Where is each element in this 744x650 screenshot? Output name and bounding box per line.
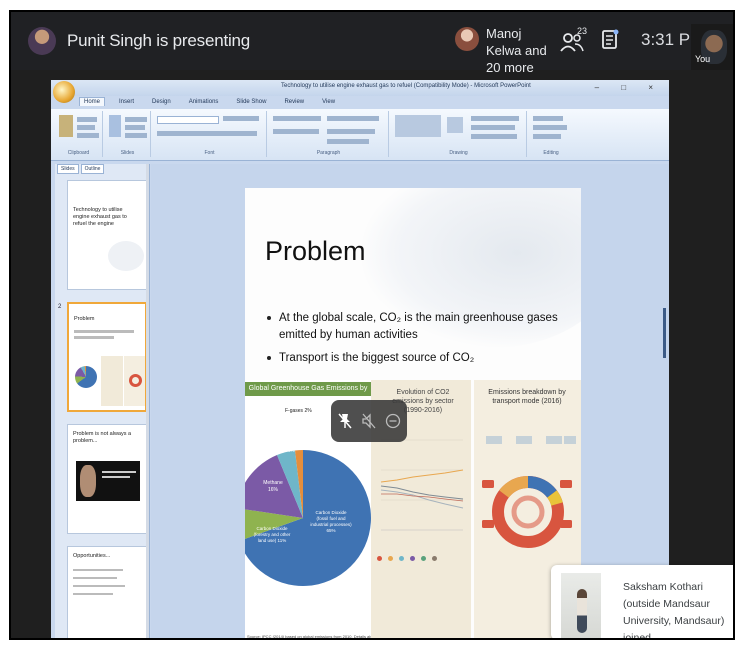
ribbon: Clipboard Slides Font Paragraph Drawing …	[51, 109, 669, 161]
tab-slide-show[interactable]: Slide Show	[232, 98, 270, 106]
slide-thumbnail-selected[interactable]: Problem	[67, 302, 147, 412]
slide-vertical-scrollbar[interactable]	[663, 308, 666, 358]
slide-thumbnail[interactable]: Problem is not always a problem...	[67, 424, 147, 534]
media-controls-overlay	[331, 400, 407, 442]
evolution-legend	[377, 556, 465, 562]
powerpoint-window: Technology to utilise engine exhaust gas…	[51, 80, 669, 639]
ribbon-group-editing[interactable]: Editing	[529, 111, 573, 157]
presenter-avatar	[28, 27, 56, 55]
ribbon-group-label: Paragraph	[316, 150, 341, 156]
pie-label-co2-forestry: Carbon Dioxide (forestry and other land …	[253, 526, 291, 543]
ghg-source: Source: IPCC (2014) based on global emis…	[247, 634, 384, 639]
powerpoint-title: Technology to utilise engine exhaust gas…	[281, 83, 531, 89]
thumbnail-number: 2	[58, 304, 62, 310]
slide-title: Problem	[265, 236, 366, 266]
pie-label-co2-fossil: Carbon Dioxide (fossil fuel and industri…	[310, 510, 352, 533]
join-notification: Saksham Kothari (outside Mandsaur Univer…	[551, 565, 733, 640]
current-slide[interactable]: Problem At the global scale, CO₂ is the …	[245, 188, 581, 639]
ribbon-group-drawing[interactable]: Drawing	[391, 111, 527, 157]
ribbon-group-label: Drawing	[449, 150, 468, 156]
presenter-status: Punit Singh is presenting	[67, 31, 251, 50]
self-label: You	[695, 54, 711, 64]
bullet-text: Transport is the biggest source of CO₂	[279, 352, 475, 364]
slide-image-strip: Global Greenhouse Gas Emissions by Gas F…	[245, 380, 581, 639]
powerpoint-title-bar: Technology to utilise engine exhaust gas…	[51, 80, 669, 96]
pane-tabs: Slides Outline	[55, 164, 149, 174]
ribbon-group-clipboard[interactable]: Clipboard	[55, 111, 103, 157]
ribbon-tabs: Home Insert Design Animations Slide Show Revi…	[79, 97, 349, 109]
tab-insert[interactable]: Insert	[115, 98, 138, 106]
thumbnail-title: Problem is not always a problem...	[73, 431, 132, 444]
tab-slides[interactable]: Slides	[57, 164, 79, 174]
pie-label-nitrous: Nitrous Oxide 6%	[275, 442, 295, 453]
slide-bullet: At the global scale, CO₂ is the main gre…	[267, 310, 567, 344]
tab-review[interactable]: Review	[280, 98, 308, 106]
slide-thumbnail[interactable]: Opportunities...	[67, 546, 147, 638]
ribbon-group-label: Font	[204, 150, 215, 156]
thumbnail-title: Problem	[74, 316, 95, 322]
meeting-top-bar: Punit Singh is presenting Manoj Kelwa an…	[11, 12, 733, 75]
ghg-header: Global Greenhouse Gas Emissions by Gas	[245, 382, 371, 406]
join-notification-text: Saksham Kothari (outside Mandsaur Univer…	[623, 581, 725, 640]
tab-view[interactable]: View	[318, 98, 339, 106]
joiner-avatar	[561, 573, 601, 638]
office-button-icon[interactable]	[53, 81, 75, 103]
ribbon-group-label: Editing	[543, 150, 559, 156]
pane-scrollbar[interactable]	[146, 164, 149, 638]
pie-label-methane: Methane 16%	[263, 480, 283, 493]
slide-bullet: Transport is the biggest source of CO₂	[267, 350, 567, 367]
transport-title: Emissions breakdown by transport mode (2…	[488, 389, 566, 405]
pie-label-fgases: F-gases 2%	[285, 408, 312, 414]
people-count: 23	[577, 26, 588, 36]
window-controls[interactable]: – □ ×	[595, 83, 663, 92]
bullet-text: At the global scale, CO₂ is the main gre…	[279, 312, 558, 341]
tab-animations[interactable]: Animations	[185, 98, 223, 106]
tab-outline[interactable]: Outline	[80, 164, 105, 174]
thumbnail-title: Opportunities...	[73, 553, 111, 559]
remove-icon[interactable]	[385, 412, 401, 430]
tab-home[interactable]: Home	[79, 97, 106, 106]
ribbon-group-font[interactable]: Font	[153, 111, 267, 157]
tab-design[interactable]: Design	[148, 98, 175, 106]
chat-icon[interactable]	[601, 29, 619, 51]
ribbon-group-paragraph[interactable]: Paragraph	[269, 111, 389, 157]
transport-donut-chart	[482, 476, 572, 548]
participants-summary[interactable]: Manoj Kelwa and 20 more	[486, 25, 550, 76]
slide-thumbnail[interactable]: Technology to utilise engine exhaust gas…	[67, 180, 147, 290]
screen-frame: Punit Singh is presenting Manoj Kelwa an…	[9, 10, 735, 640]
thumbnail-title: Technology to utilise engine exhaust gas…	[73, 207, 127, 227]
self-video-tile[interactable]: You	[691, 24, 733, 70]
participant-avatar[interactable]	[455, 27, 479, 51]
ribbon-group-label: Slides	[120, 150, 135, 156]
ribbon-group-label: Clipboard	[67, 150, 90, 156]
pin-off-icon[interactable]	[337, 412, 353, 430]
mute-icon[interactable]	[361, 412, 377, 430]
slides-pane: Slides Outline Technology to utilise engi…	[55, 164, 150, 638]
ribbon-group-slides[interactable]: Slides	[105, 111, 151, 157]
